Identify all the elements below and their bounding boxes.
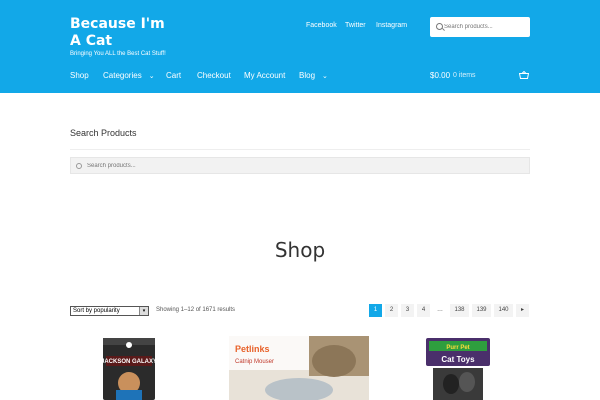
page-link-4[interactable]: 4 [417, 304, 430, 317]
search-widget-input[interactable] [87, 161, 507, 171]
search-widget-title: Search Products [70, 128, 137, 138]
cart-total[interactable]: $0.00 [430, 71, 450, 80]
nav-item-checkout[interactable]: Checkout [197, 71, 231, 80]
product-brand-text: Purr Pet [446, 345, 469, 351]
cart-item-count[interactable]: 0 items [453, 72, 476, 79]
product-name-text: Catnip Mouser [235, 359, 274, 365]
nav-item-categories[interactable]: Categories ⌄ [103, 71, 155, 80]
nav-label: Shop [70, 71, 89, 80]
site-tagline: Bringing You ALL the Best Cat Stuff! [70, 51, 166, 57]
nav-item-my-account[interactable]: My Account [244, 71, 285, 80]
product-card-1[interactable]: JACKSON GALAXY [70, 336, 210, 400]
nav-item-cart[interactable]: Cart [166, 71, 181, 80]
product-image: Purr Pet Cat Toys [426, 338, 490, 400]
page-link-139[interactable]: 139 [472, 304, 491, 317]
page-link-138[interactable]: 138 [450, 304, 469, 317]
nav-label: My Account [244, 71, 286, 80]
search-icon [436, 23, 443, 30]
page-link-3[interactable]: 3 [401, 304, 414, 317]
chevron-down-icon: ⌄ [148, 73, 155, 80]
product-card-3[interactable]: Purr Pet Cat Toys [389, 336, 529, 400]
sort-select[interactable]: Sort by popularity ▾ [70, 306, 149, 316]
search-widget-box [70, 157, 530, 174]
product-card-2[interactable]: Petlinks Catnip Mouser [229, 336, 369, 400]
social-link-facebook[interactable]: Facebook [306, 22, 337, 29]
nav-item-blog[interactable]: Blog ⌄ [299, 71, 328, 80]
page-ellipsis: … [437, 307, 443, 313]
product-image: Petlinks Catnip Mouser [229, 336, 369, 400]
product-name-text: Cat Toys [441, 355, 475, 364]
chevron-down-icon: ⌄ [322, 73, 328, 80]
social-link-instagram[interactable]: Instagram [376, 22, 407, 29]
divider [70, 149, 530, 150]
header-search [430, 17, 530, 37]
sort-select-value: Sort by popularity [73, 308, 120, 314]
nav-label: Categories [103, 71, 142, 80]
page-link-140[interactable]: 140 [494, 304, 513, 317]
product-image: JACKSON GALAXY [101, 338, 157, 400]
result-count: Showing 1–12 of 1671 results [156, 307, 236, 313]
page-link-2[interactable]: 2 [385, 304, 398, 317]
search-icon [76, 163, 82, 169]
product-brand-text: Petlinks [235, 344, 270, 354]
basket-icon[interactable] [519, 71, 529, 79]
page-title: Shop [274, 238, 326, 262]
site-header: Because I'm A Cat Bringing You ALL the B… [0, 0, 600, 93]
product-brand-text: JACKSON GALAXY [101, 359, 157, 365]
nav-item-shop[interactable]: Shop [70, 71, 89, 80]
next-page-icon[interactable]: ▸ [516, 304, 529, 317]
site-title[interactable]: Because I'm A Cat [70, 16, 180, 50]
page-link-1[interactable]: 1 [369, 304, 382, 317]
nav-label: Blog [299, 71, 316, 80]
nav-label: Checkout [197, 71, 231, 80]
nav-label: Cart [166, 71, 182, 80]
header-search-input[interactable] [444, 21, 524, 33]
chevron-down-icon: ▾ [139, 307, 148, 315]
social-link-twitter[interactable]: Twitter [345, 22, 366, 29]
